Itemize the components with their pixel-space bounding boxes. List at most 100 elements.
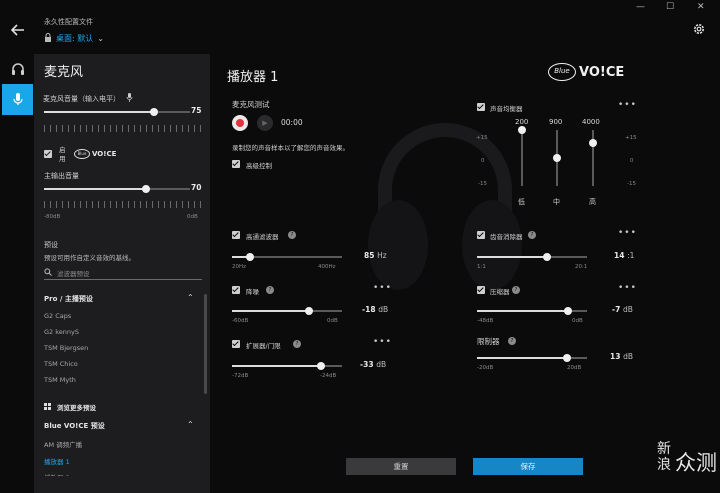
eq-band-label: 低 xyxy=(518,198,525,206)
compressor-checkbox[interactable] xyxy=(477,286,485,294)
reset-button[interactable]: 重置 xyxy=(346,458,456,475)
highpass-checkbox[interactable] xyxy=(232,231,240,239)
blue-voice-presets-header[interactable]: Blue VO!CE 预设 xyxy=(44,421,105,431)
mic-volume-slider[interactable] xyxy=(44,108,190,116)
mic-volume-thumb[interactable] xyxy=(149,108,158,116)
advanced-controls-label: 高级控制 xyxy=(246,162,272,170)
eq-band-freq: 200 xyxy=(515,118,529,126)
recording-timer: 00:00 xyxy=(281,118,303,127)
preset-item[interactable]: G2 kennyS xyxy=(44,328,79,336)
expander-slider[interactable] xyxy=(232,362,342,370)
noise-min: -60dB xyxy=(232,318,249,324)
preset-item[interactable]: 播放器 2 xyxy=(44,472,70,476)
output-volume-slider[interactable] xyxy=(44,185,190,193)
compressor-slider[interactable] xyxy=(477,307,587,315)
maximize-button[interactable]: ☐ xyxy=(666,2,674,12)
enable-label: 启用 xyxy=(59,146,66,163)
record-button[interactable] xyxy=(232,115,248,131)
highpass-thumb[interactable] xyxy=(245,253,254,261)
advanced-controls-checkbox[interactable] xyxy=(232,160,240,168)
preset-scrollbar[interactable] xyxy=(204,294,207,394)
preset-item[interactable]: TSM Chico xyxy=(44,360,78,368)
eq-scale-bottom: -15 xyxy=(478,181,487,187)
minimize-button[interactable]: — xyxy=(636,2,645,12)
lock-icon xyxy=(44,33,52,44)
eq-more-menu[interactable]: ••• xyxy=(618,100,637,110)
deesser-min: 1:1 xyxy=(477,264,486,270)
output-volume-value: 70 xyxy=(191,183,202,192)
record-icon xyxy=(236,119,244,127)
microphone-panel: 麦克风 麦克风音量（输入电平） 75 启用 Blue VO!CE 主输出音量 7… xyxy=(34,54,210,493)
save-button[interactable]: 保存 xyxy=(473,458,583,475)
eq-band-thumb[interactable] xyxy=(589,139,597,148)
noise-reduction-checkbox[interactable] xyxy=(232,286,240,294)
help-icon[interactable]: ? xyxy=(288,231,296,239)
expander-more-menu[interactable]: ••• xyxy=(373,337,392,347)
panel-title: 麦克风 xyxy=(44,65,84,80)
watermark-logo: 新浪 xyxy=(657,441,671,473)
expander-checkbox[interactable] xyxy=(232,340,240,348)
limiter-value: 13 dB xyxy=(610,352,633,361)
noise-more-menu[interactable]: ••• xyxy=(373,283,392,293)
help-icon[interactable]: ? xyxy=(508,337,516,345)
expander-max: -24dB xyxy=(320,373,337,379)
deesser-thumb[interactable] xyxy=(543,253,552,261)
gear-icon[interactable] xyxy=(692,22,706,38)
help-icon[interactable]: ? xyxy=(293,340,301,348)
profile-label: 永久性配置文件 xyxy=(44,18,93,26)
noise-reduction-slider[interactable] xyxy=(232,307,342,315)
help-icon[interactable]: ? xyxy=(512,286,520,294)
preset-item[interactable]: TSM Bjergsen xyxy=(44,344,88,352)
pro-presets-header[interactable]: Pro / 主播预设 xyxy=(44,294,93,304)
compressor-thumb[interactable] xyxy=(564,307,573,315)
mic-level-meter xyxy=(44,125,202,132)
compressor-more-menu[interactable]: ••• xyxy=(618,283,637,293)
output-volume-thumb[interactable] xyxy=(142,185,151,193)
deesser-more-menu[interactable]: ••• xyxy=(618,228,637,238)
mic-volume-value: 75 xyxy=(191,106,202,115)
blue-voice-logo: Blue VO!CE xyxy=(74,149,116,159)
chevron-up-icon[interactable]: ⌃ xyxy=(187,420,194,429)
microphone-tab[interactable] xyxy=(2,84,33,115)
browse-more-presets-link[interactable]: 浏览更多预设 xyxy=(44,402,96,412)
headset-background-image xyxy=(360,110,530,302)
eq-band-low-slider[interactable] xyxy=(518,126,526,186)
eq-scale-top: +15 xyxy=(476,135,488,141)
eq-band-thumb[interactable] xyxy=(553,154,561,162)
play-button[interactable]: ▶ xyxy=(257,115,273,131)
eq-band-high-slider[interactable] xyxy=(589,130,597,186)
eq-title: 声音均衡器 xyxy=(490,105,523,113)
preset-search-input[interactable]: 滤波器预设 xyxy=(44,266,202,280)
chevron-up-icon[interactable]: ⌃ xyxy=(187,293,194,302)
preset-item[interactable]: G2 Caps xyxy=(44,312,71,320)
highpass-slider[interactable] xyxy=(232,253,342,261)
deesser-slider[interactable] xyxy=(477,253,587,261)
headset-tab[interactable] xyxy=(2,54,33,85)
play-icon: ▶ xyxy=(262,119,268,127)
help-icon[interactable]: ? xyxy=(266,286,274,294)
limiter-slider[interactable] xyxy=(477,354,587,362)
expander-thumb[interactable] xyxy=(317,362,326,370)
close-window-button[interactable]: ✕ xyxy=(697,2,705,12)
preset-item[interactable]: TSM Myth xyxy=(44,376,76,384)
eq-checkbox[interactable] xyxy=(477,103,485,111)
highpass-max: 400Hz xyxy=(318,264,336,270)
limiter-thumb[interactable] xyxy=(563,354,572,362)
deesser-value: 14 :1 xyxy=(614,251,635,260)
noise-reduction-thumb[interactable] xyxy=(305,307,313,315)
help-icon[interactable]: ? xyxy=(528,231,536,239)
blue-voice-logo: Blue VO!CE xyxy=(548,63,624,81)
deesser-checkbox[interactable] xyxy=(477,231,485,239)
eq-band-thumb[interactable] xyxy=(518,126,526,134)
limiter-title: 限制器 xyxy=(477,337,500,346)
profile-dropdown[interactable]: 桌面: 默认 ⌄ xyxy=(44,33,104,44)
page-title: 播放器 1 xyxy=(227,70,279,85)
enable-checkbox[interactable] xyxy=(44,150,52,158)
deesser-title: 齿音消除器 xyxy=(490,233,523,241)
search-icon xyxy=(44,267,52,278)
eq-band-mid-slider[interactable] xyxy=(553,130,561,186)
preset-item[interactable]: AM 调频广播 xyxy=(44,439,82,449)
back-arrow-icon[interactable] xyxy=(10,22,26,38)
profile-value: 桌面: 默认 xyxy=(56,34,94,43)
preset-item-selected[interactable]: 播放器 1 xyxy=(44,456,70,466)
